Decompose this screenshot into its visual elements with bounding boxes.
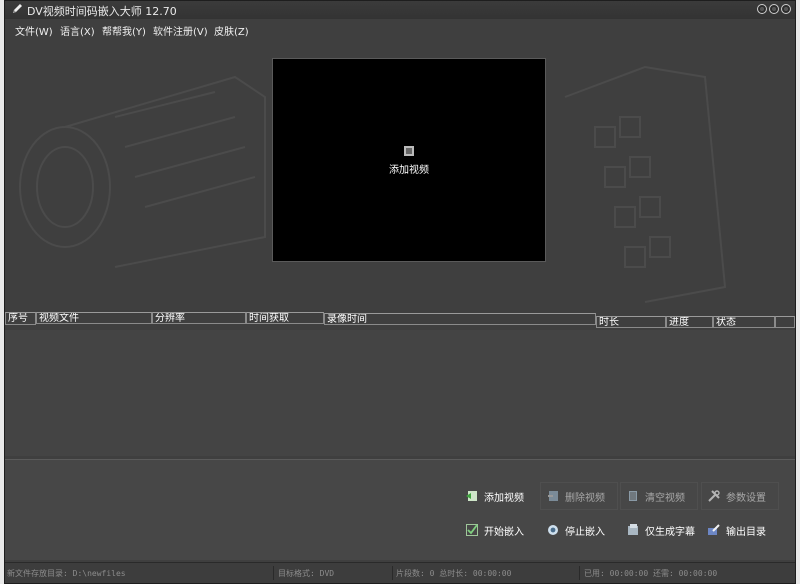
stop-embed-label: 停止嵌入: [565, 526, 605, 538]
clear-list-icon: [629, 491, 637, 501]
col-video-file[interactable]: 视频文件: [36, 312, 152, 324]
col-time-source[interactable]: 时间获取: [246, 312, 324, 324]
status-divider: [579, 566, 580, 580]
col-record-time[interactable]: 录像时间: [324, 313, 596, 325]
start-embed-label: 开始嵌入: [484, 526, 524, 538]
col-progress[interactable]: 进度: [666, 316, 713, 328]
status-save-dir: 新文件存放目录: D:\newfiles: [7, 569, 126, 578]
close-button[interactable]: [781, 4, 791, 14]
status-elapsed: 已用: 00:00:00 还需: 00:00:00: [584, 569, 718, 578]
folder-edit-icon: [708, 524, 720, 535]
maximize-button[interactable]: [769, 4, 779, 14]
file-table-header: 序号 视频文件 分辨率 时间获取 录像时间 时长 进度 状态: [5, 312, 795, 329]
status-target-format: 目标格式: DVD: [278, 569, 335, 578]
delete-video-button[interactable]: 删除视频: [540, 482, 618, 510]
output-dir-label: 输出目录: [726, 526, 766, 538]
col-index[interactable]: 序号: [5, 312, 36, 325]
status-divider: [273, 566, 274, 580]
subtitle-only-label: 仅生成字幕: [645, 526, 695, 538]
menu-register[interactable]: 软件注册(V): [153, 23, 208, 38]
status-bar: 新文件存放目录: D:\newfiles 目标格式: DVD 片段数: 0 总时…: [5, 562, 795, 583]
delete-video-label: 删除视频: [565, 492, 605, 504]
output-dir-button[interactable]: 输出目录: [701, 516, 779, 544]
subtitle-icon: [628, 524, 638, 535]
title-bar[interactable]: DV视频时间码嵌入大师 12.70: [5, 1, 795, 19]
video-preview[interactable]: 添加视频: [272, 58, 546, 262]
checkmark-icon: [466, 524, 478, 536]
minimize-button[interactable]: [757, 4, 767, 14]
settings-label: 参数设置: [726, 492, 766, 504]
clear-video-label: 清空视频: [645, 492, 685, 504]
stop-embed-button[interactable]: 停止嵌入: [540, 516, 618, 544]
main-window: DV视频时间码嵌入大师 12.70 文件(W) 语言(X) 帮帮我(Y) 软件注…: [4, 0, 796, 584]
file-table-body[interactable]: [5, 330, 795, 456]
add-video-label: 添加视频: [389, 165, 429, 176]
window-controls: [757, 4, 791, 14]
menu-skin[interactable]: 皮肤(Z): [214, 23, 249, 38]
settings-button[interactable]: 参数设置: [701, 482, 779, 510]
add-video-label: 添加视频: [484, 492, 524, 504]
clear-video-button[interactable]: 清空视频: [620, 482, 698, 510]
stop-icon: [548, 525, 558, 535]
col-status[interactable]: 状态: [713, 316, 775, 328]
menu-help[interactable]: 帮帮我(Y): [102, 23, 146, 38]
menu-language[interactable]: 语言(X): [60, 23, 95, 38]
menu-file[interactable]: 文件(W): [15, 23, 53, 38]
subtitle-only-button[interactable]: 仅生成字幕: [620, 516, 698, 544]
add-video-icon: [466, 491, 477, 501]
add-video-button[interactable]: 添加视频: [459, 482, 537, 510]
col-filler: [775, 316, 795, 328]
action-panel: 添加视频 删除视频 清空视频 参数设置 开始嵌入 停止嵌入 仅生成字幕 输出目录: [5, 459, 795, 560]
status-segments: 片段数: 0 总时长: 00:00:00: [396, 569, 512, 578]
delete-video-icon: [548, 491, 558, 501]
col-duration[interactable]: 时长: [596, 316, 666, 328]
window-title: DV视频时间码嵌入大师 12.70: [27, 5, 177, 18]
pen-icon: [13, 4, 22, 13]
menu-bar: 文件(W) 语言(X) 帮帮我(Y) 软件注册(V) 皮肤(Z): [5, 20, 795, 38]
col-resolution[interactable]: 分辨率: [152, 312, 246, 324]
start-embed-button[interactable]: 开始嵌入: [459, 516, 537, 544]
status-divider: [392, 566, 393, 580]
film-icon: [404, 146, 414, 156]
tools-icon: [708, 490, 720, 502]
